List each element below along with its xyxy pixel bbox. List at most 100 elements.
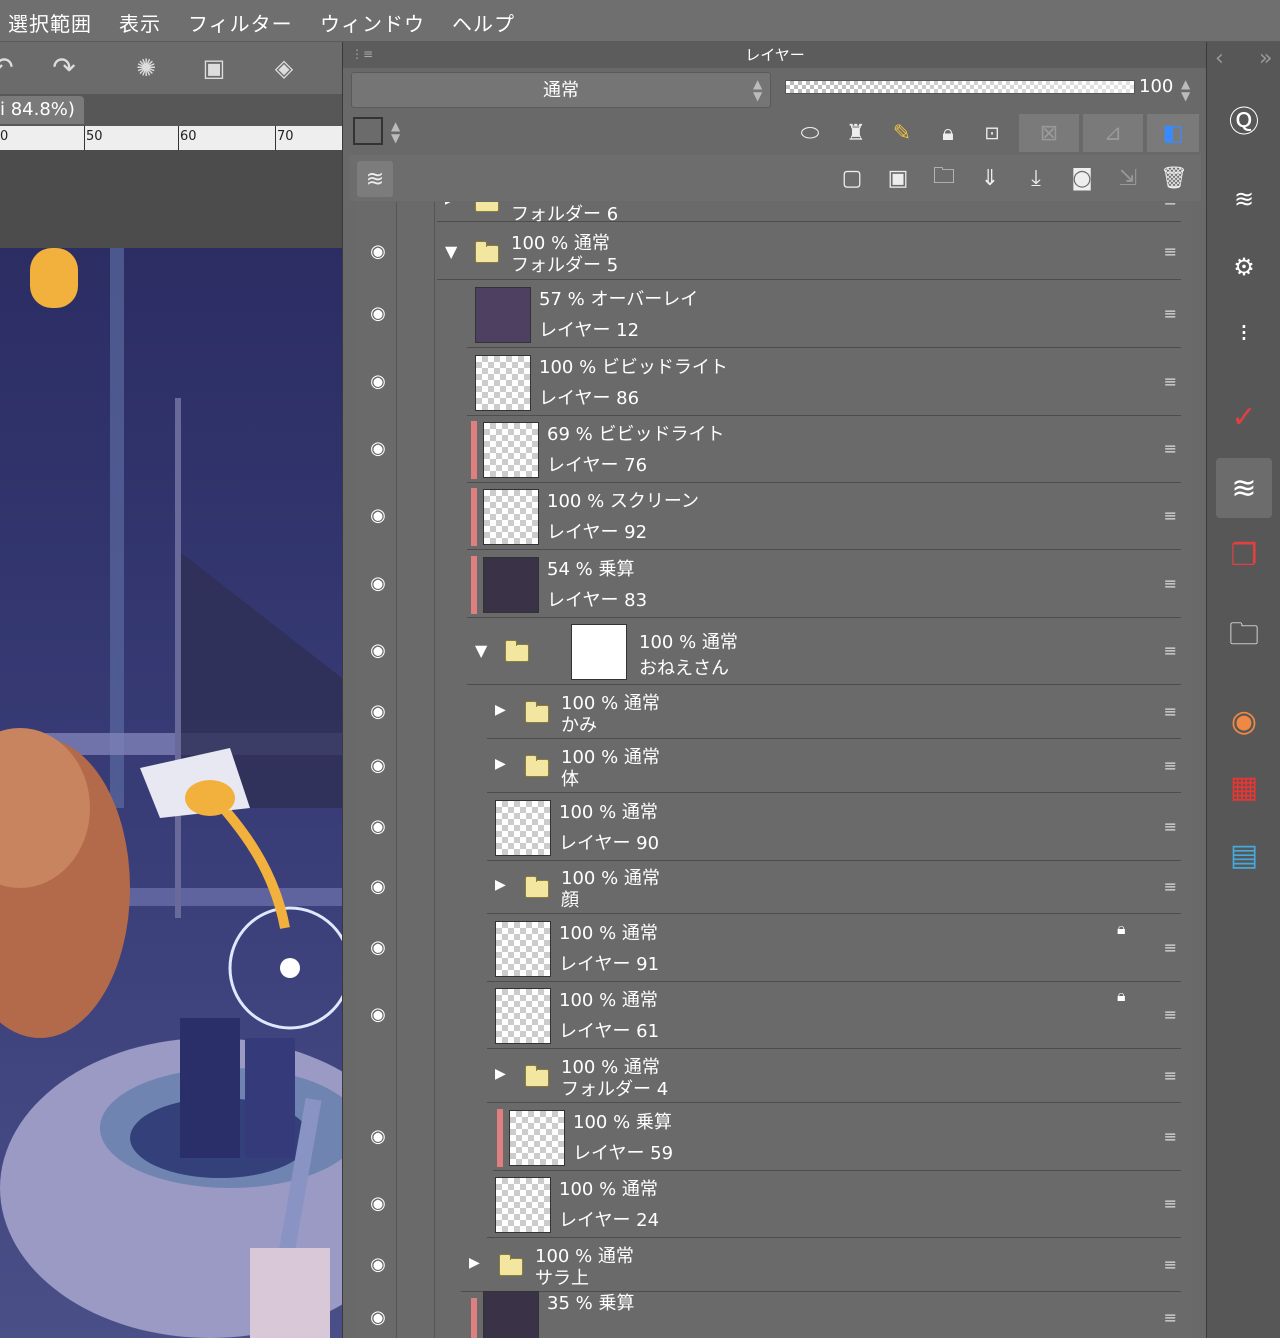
layer-row[interactable]: ◉ 100 % 乗算 レイヤー 59 ≡	[355, 1105, 1191, 1171]
material-icon[interactable]: 🗀︎	[1219, 612, 1269, 662]
tool-property-icon[interactable]: ⚙	[1219, 242, 1269, 292]
eye-icon[interactable]: ◉	[363, 303, 393, 324]
menu-help[interactable]: ヘルプ	[452, 8, 515, 37]
ruler-toggle-icon[interactable]: ⊿	[1083, 114, 1143, 152]
blend-mode-select[interactable]: 通常	[351, 72, 771, 108]
lock-icon[interactable]: 🔒︎	[931, 116, 965, 150]
new-folder-icon[interactable]: 🗀︎	[927, 161, 961, 195]
transform-icon[interactable]: ✺	[126, 50, 166, 86]
expand-arrow-icon[interactable]: ▶	[495, 702, 506, 718]
layer-folder-row[interactable]: ◉ ▼ 100 % 通常 おねえさん ≡	[355, 619, 1191, 685]
redo-icon[interactable]: ↷	[44, 50, 84, 86]
eye-icon[interactable]: ◉	[363, 371, 393, 392]
document-tab[interactable]: i 84.8%)	[0, 96, 84, 124]
eye-icon[interactable]: ◉	[363, 1254, 393, 1275]
menu-window[interactable]: ウィンドウ	[320, 8, 425, 37]
expand-arrow-icon[interactable]: ▶	[469, 1255, 480, 1271]
menu-view[interactable]: 表示	[119, 8, 161, 37]
layer-color-swatch[interactable]	[353, 117, 383, 145]
layer-menu-icon[interactable]: ≡	[1164, 1308, 1177, 1327]
layer-folder-row[interactable]: ◉ ▶ 100 % 通常顔 ≡	[355, 862, 1191, 914]
collapse-left-icon[interactable]: ‹	[1215, 46, 1224, 71]
layer-row[interactable]: ◉ 100 % 通常 レイヤー 61 🔒︎ ≡	[355, 983, 1191, 1049]
layer-menu-icon[interactable]: ≡	[1164, 817, 1177, 836]
apply-mask-icon[interactable]: ⇲	[1111, 161, 1145, 195]
layer-menu-icon[interactable]: ≡	[1164, 372, 1177, 391]
layer-menu-icon[interactable]: ≡	[1164, 506, 1177, 525]
layer-folder-row[interactable]: ◉ ▶ 100 % 通常体 ≡	[355, 741, 1191, 793]
quick-access-icon[interactable]: Ⓠ	[1219, 94, 1269, 144]
layer-color-stepper-icon[interactable]: ▲ ▼	[391, 120, 405, 144]
layer-menu-icon[interactable]: ≡	[1164, 756, 1177, 775]
brush-size-icon[interactable]: ⁝	[1219, 308, 1269, 358]
layer-menu-icon[interactable]: ≡	[1164, 242, 1177, 261]
canvas-artwork[interactable]	[0, 248, 342, 1338]
eye-icon[interactable]: ◉	[363, 573, 393, 594]
eye-icon[interactable]: ◉	[363, 816, 393, 837]
layer-folder-row[interactable]: ◉ ▼ 100 % 通常 フォルダー 5 ≡	[355, 226, 1191, 280]
layer-row[interactable]: ◉ 100 % 通常 レイヤー 90 ≡	[355, 795, 1191, 861]
layer-menu-icon[interactable]: ≡	[1164, 202, 1177, 210]
opacity-stepper-icon[interactable]: ▲ ▼	[1181, 78, 1195, 102]
layer-menu-icon[interactable]: ≡	[1164, 641, 1177, 660]
layer-list[interactable]: ▶ フォルダー 6 ≡ ◉ ▼ 100 % 通常 フォルダー 5 ≡ ◉ 57 % オーバーレイレ…	[355, 202, 1191, 1338]
animation-timeline-icon[interactable]: ▤	[1219, 830, 1269, 880]
layer-menu-icon[interactable]: ≡	[1164, 1127, 1177, 1146]
pen-lock-icon[interactable]: ✎	[885, 116, 919, 150]
layer-menu-icon[interactable]: ≡	[1164, 1005, 1177, 1024]
layer-row[interactable]: ◉ 100 % ビビッドライト レイヤー 86 ≡	[355, 350, 1191, 416]
layer-property-icon[interactable]: ❐	[1219, 530, 1269, 580]
transfer-down-icon[interactable]: ⇓	[973, 161, 1007, 195]
lock-transparency-icon[interactable]: ⊡	[975, 116, 1009, 150]
panel-grip-icon[interactable]: ⋮≡	[351, 47, 373, 61]
color-set-icon[interactable]: ▦	[1219, 762, 1269, 812]
layer-menu-icon[interactable]: ≡	[1164, 439, 1177, 458]
eye-icon[interactable]: ◉	[363, 505, 393, 526]
deselect-icon[interactable]: ▣	[194, 50, 234, 86]
eye-icon[interactable]: ◉	[363, 1004, 393, 1025]
blend-mode-stepper-icon[interactable]: ▲ ▼	[753, 78, 767, 102]
eye-icon[interactable]: ◉	[363, 701, 393, 722]
eye-icon[interactable]: ◉	[363, 937, 393, 958]
eye-icon[interactable]: ◉	[363, 876, 393, 897]
opacity-slider[interactable]	[785, 80, 1135, 94]
auto-action-icon[interactable]: ✓	[1219, 392, 1269, 442]
layer-row[interactable]: ◉ 100 % スクリーン レイヤー 92 ≡	[355, 484, 1191, 550]
layer-folder-row[interactable]: ◉ ▶ 100 % 通常 サラ上 ≡	[355, 1240, 1191, 1292]
layer-row[interactable]: ◉ 100 % 通常 レイヤー 24 ≡	[355, 1172, 1191, 1238]
layer-menu-icon[interactable]: ≡	[1164, 574, 1177, 593]
eye-icon[interactable]: ◉	[363, 1307, 393, 1328]
layer-menu-icon[interactable]: ≡	[1164, 1066, 1177, 1085]
reference-layer-icon[interactable]: ⬭	[793, 116, 827, 150]
menu-filter[interactable]: フィルター	[188, 8, 293, 37]
layer-menu-icon[interactable]: ≡	[1164, 702, 1177, 721]
layer-menu-icon[interactable]: ≡	[1164, 877, 1177, 896]
layer-folder-row[interactable]: ▶ 100 % 通常 フォルダー 4 ≡	[355, 1051, 1191, 1103]
collapse-arrow-icon[interactable]: ▼	[445, 242, 457, 261]
sub-tool-icon[interactable]: ≋	[1219, 174, 1269, 224]
layer-row[interactable]: ◉ 69 % ビビッドライト レイヤー 76 ≡	[355, 417, 1191, 483]
eye-icon[interactable]: ◉	[363, 438, 393, 459]
layer-menu-icon[interactable]: ≡	[1164, 304, 1177, 323]
menu-selection[interactable]: 選択範囲	[8, 8, 92, 37]
layer-row[interactable]: ◉ 54 % 乗算 レイヤー 83 ≡	[355, 552, 1191, 618]
draft-layer-icon[interactable]: ♜	[839, 116, 873, 150]
merge-down-icon[interactable]: ⤓	[1019, 161, 1053, 195]
eye-icon[interactable]: ◉	[363, 755, 393, 776]
color-wheel-icon[interactable]: ◉	[1219, 696, 1269, 746]
undo-icon[interactable]: ↶	[0, 50, 22, 86]
layer-menu-icon[interactable]: ≡	[1164, 1194, 1177, 1213]
delete-layer-icon[interactable]: 🗑︎	[1157, 161, 1191, 195]
eye-icon[interactable]: ◉	[363, 241, 393, 262]
mask-toggle-icon[interactable]: ⊠	[1019, 114, 1079, 152]
fill-icon[interactable]: ◈	[264, 50, 304, 86]
layer-list-icon[interactable]: ≋	[357, 161, 393, 197]
collapse-arrow-icon[interactable]: ▼	[475, 641, 487, 660]
eye-icon[interactable]: ◉	[363, 640, 393, 661]
new-vector-layer-icon[interactable]: ▣	[881, 161, 915, 195]
expand-arrow-icon[interactable]: ▶	[495, 877, 506, 893]
eye-icon[interactable]: ◉	[363, 1126, 393, 1147]
eye-icon[interactable]: ◉	[363, 1193, 393, 1214]
layer-menu-icon[interactable]: ≡	[1164, 938, 1177, 957]
layer-folder-row[interactable]: ▶ フォルダー 6 ≡	[355, 202, 1191, 225]
